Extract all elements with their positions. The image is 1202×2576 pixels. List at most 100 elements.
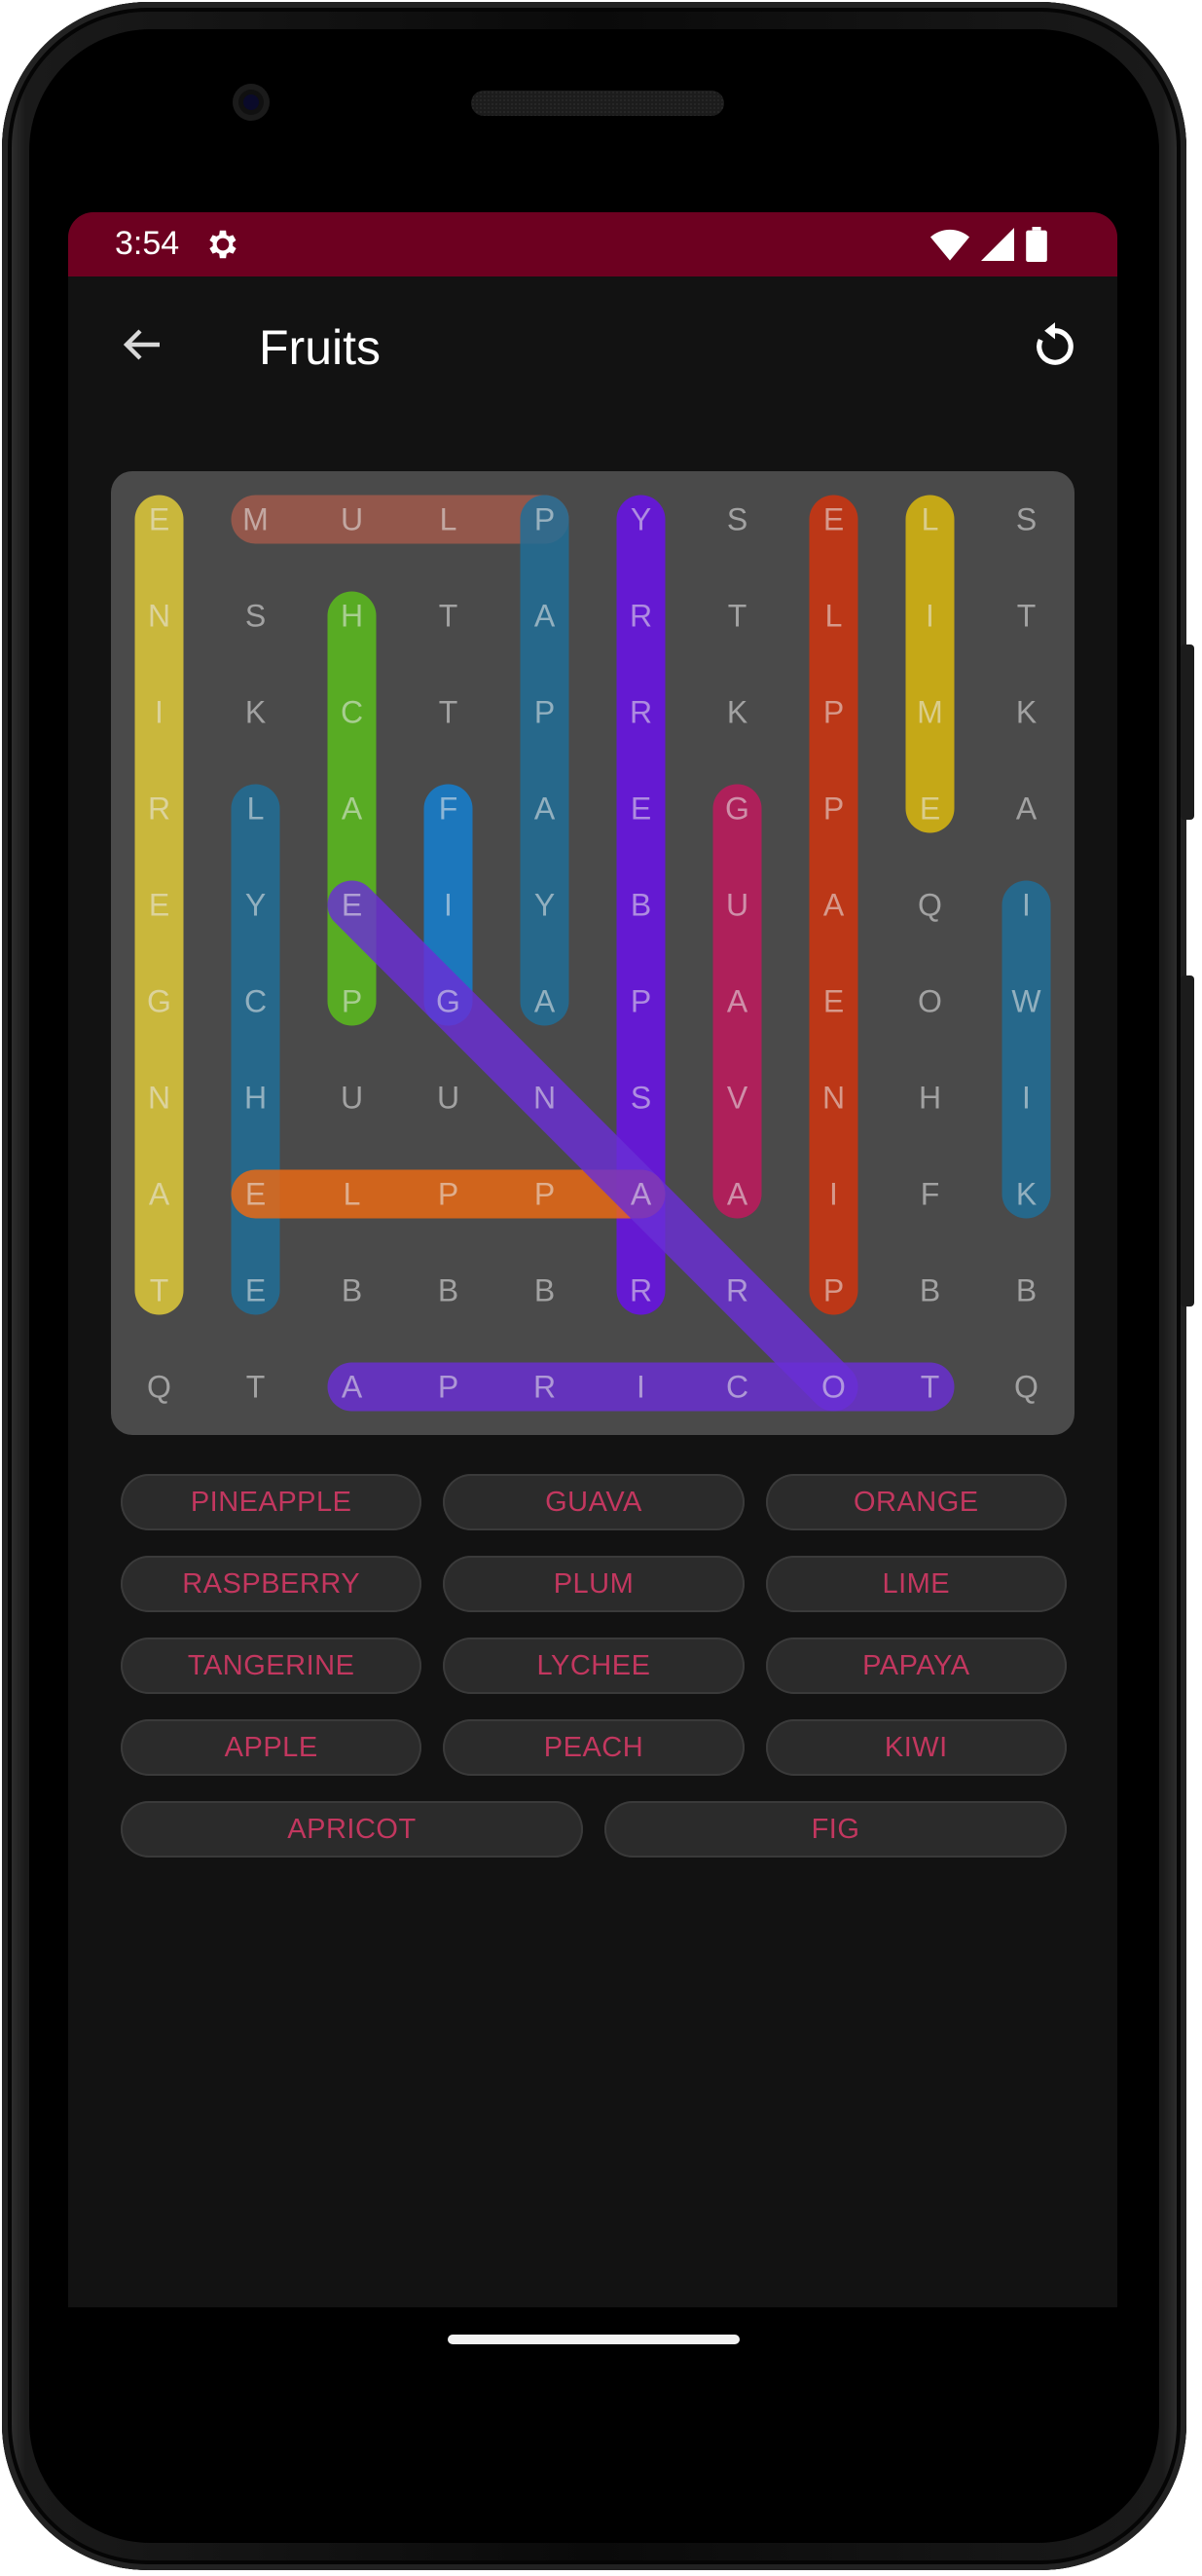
grid-letter[interactable]: T: [728, 599, 747, 634]
grid-letter[interactable]: R: [148, 791, 170, 827]
grid-letter[interactable]: T: [150, 1273, 169, 1308]
grid-letter[interactable]: P: [534, 695, 555, 730]
grid-letter[interactable]: P: [438, 1177, 458, 1212]
grid-letter[interactable]: T: [246, 1370, 266, 1405]
grid-letter[interactable]: E: [245, 1273, 266, 1308]
grid-letter[interactable]: G: [725, 791, 749, 827]
grid-letter[interactable]: K: [1016, 695, 1037, 730]
grid-letter[interactable]: L: [440, 502, 457, 537]
grid-letter[interactable]: E: [631, 791, 651, 827]
grid-letter[interactable]: H: [244, 1081, 267, 1116]
grid-letter[interactable]: P: [823, 695, 844, 730]
grid-letter[interactable]: A: [149, 1177, 170, 1212]
grid-letter[interactable]: Q: [147, 1370, 171, 1405]
grid-letter[interactable]: B: [342, 1273, 362, 1308]
grid-letter[interactable]: U: [341, 502, 363, 537]
grid-letter[interactable]: M: [917, 695, 943, 730]
grid-letter[interactable]: R: [630, 695, 652, 730]
grid-letter[interactable]: H: [919, 1081, 941, 1116]
grid-letter[interactable]: E: [823, 984, 844, 1019]
grid-letter[interactable]: B: [438, 1273, 458, 1308]
grid-letter[interactable]: E: [920, 791, 940, 827]
grid-letter[interactable]: C: [726, 1370, 748, 1405]
grid-letter[interactable]: R: [630, 1273, 652, 1308]
grid-letter[interactable]: H: [341, 599, 363, 634]
grid-letter[interactable]: Q: [918, 888, 942, 923]
grid-letter[interactable]: A: [534, 984, 556, 1019]
grid-letter[interactable]: P: [631, 984, 651, 1019]
grid-letter[interactable]: Y: [534, 888, 555, 923]
grid-letter[interactable]: L: [247, 791, 265, 827]
grid-letter[interactable]: S: [631, 1081, 651, 1116]
grid-letter[interactable]: I: [444, 888, 453, 923]
grid-letter[interactable]: P: [438, 1370, 458, 1405]
grid-letter[interactable]: Y: [631, 502, 651, 537]
grid-letter[interactable]: O: [821, 1370, 846, 1405]
grid-letter[interactable]: E: [823, 502, 844, 537]
grid-letter[interactable]: P: [534, 1177, 555, 1212]
grid-letter[interactable]: A: [342, 791, 363, 827]
grid-letter[interactable]: E: [342, 888, 362, 923]
home-indicator[interactable]: [448, 2335, 740, 2344]
grid-letter[interactable]: A: [534, 599, 556, 634]
word-search-grid[interactable]: E M U L P Y S E L S N S H T A R T L I T I K C T P R K P M K R L A F A E G P E A…: [111, 471, 1075, 1435]
grid-letter[interactable]: T: [439, 599, 458, 634]
grid-letter[interactable]: A: [631, 1177, 652, 1212]
grid-letter[interactable]: A: [727, 984, 748, 1019]
grid-letter[interactable]: K: [1016, 1177, 1037, 1212]
grid-letter[interactable]: S: [727, 502, 747, 537]
grid-letter[interactable]: M: [242, 502, 269, 537]
grid-letter[interactable]: B: [631, 888, 651, 923]
grid-letter[interactable]: A: [534, 791, 556, 827]
grid-letter[interactable]: A: [823, 888, 845, 923]
grid-letter[interactable]: G: [436, 984, 460, 1019]
grid-letter[interactable]: T: [921, 1370, 940, 1405]
refresh-button[interactable]: [1024, 315, 1086, 378]
grid-letter[interactable]: B: [534, 1273, 555, 1308]
grid-letter[interactable]: P: [823, 1273, 844, 1308]
grid-letter[interactable]: I: [829, 1177, 838, 1212]
grid-letter[interactable]: R: [630, 599, 652, 634]
grid-canvas[interactable]: E M U L P Y S E L S N S H T A R T L I T I K C T P R K P M K R L A F A E G P E A…: [111, 471, 1075, 1435]
grid-letter[interactable]: B: [920, 1273, 940, 1308]
grid-letter[interactable]: P: [342, 984, 362, 1019]
grid-letter[interactable]: W: [1011, 984, 1041, 1019]
grid-letter[interactable]: F: [439, 791, 458, 827]
grid-letter[interactable]: B: [1016, 1273, 1037, 1308]
grid-letter[interactable]: N: [148, 1081, 170, 1116]
grid-letter[interactable]: T: [439, 695, 458, 730]
grid-letter[interactable]: E: [149, 888, 169, 923]
grid-letter[interactable]: A: [342, 1370, 363, 1405]
grid-letter[interactable]: A: [727, 1177, 748, 1212]
grid-letter[interactable]: I: [155, 695, 164, 730]
grid-letter[interactable]: N: [148, 599, 170, 634]
grid-letter[interactable]: U: [437, 1081, 459, 1116]
grid-letter[interactable]: K: [245, 695, 266, 730]
grid-letter[interactable]: C: [341, 695, 363, 730]
grid-letter[interactable]: P: [823, 791, 844, 827]
grid-letter[interactable]: U: [726, 888, 748, 923]
grid-letter[interactable]: I: [637, 1370, 645, 1405]
grid-letter[interactable]: P: [534, 502, 555, 537]
grid-letter[interactable]: Q: [1014, 1370, 1038, 1405]
grid-letter[interactable]: E: [149, 502, 169, 537]
grid-letter[interactable]: A: [1016, 791, 1038, 827]
grid-letter[interactable]: N: [822, 1081, 845, 1116]
grid-letter[interactable]: U: [341, 1081, 363, 1116]
grid-letter[interactable]: G: [147, 984, 171, 1019]
grid-letter[interactable]: Y: [245, 888, 266, 923]
grid-letter[interactable]: E: [245, 1177, 266, 1212]
grid-letter[interactable]: R: [533, 1370, 556, 1405]
grid-letter[interactable]: C: [244, 984, 267, 1019]
grid-letter[interactable]: L: [825, 599, 843, 634]
grid-letter[interactable]: R: [726, 1273, 748, 1308]
grid-letter[interactable]: I: [1022, 888, 1031, 923]
grid-letter[interactable]: V: [727, 1081, 748, 1116]
grid-letter[interactable]: I: [926, 599, 934, 634]
grid-letter[interactable]: F: [921, 1177, 940, 1212]
grid-letter[interactable]: L: [922, 502, 939, 537]
grid-letter[interactable]: K: [727, 695, 747, 730]
back-button[interactable]: [113, 315, 171, 374]
grid-letter[interactable]: N: [533, 1081, 556, 1116]
grid-letter[interactable]: L: [344, 1177, 361, 1212]
